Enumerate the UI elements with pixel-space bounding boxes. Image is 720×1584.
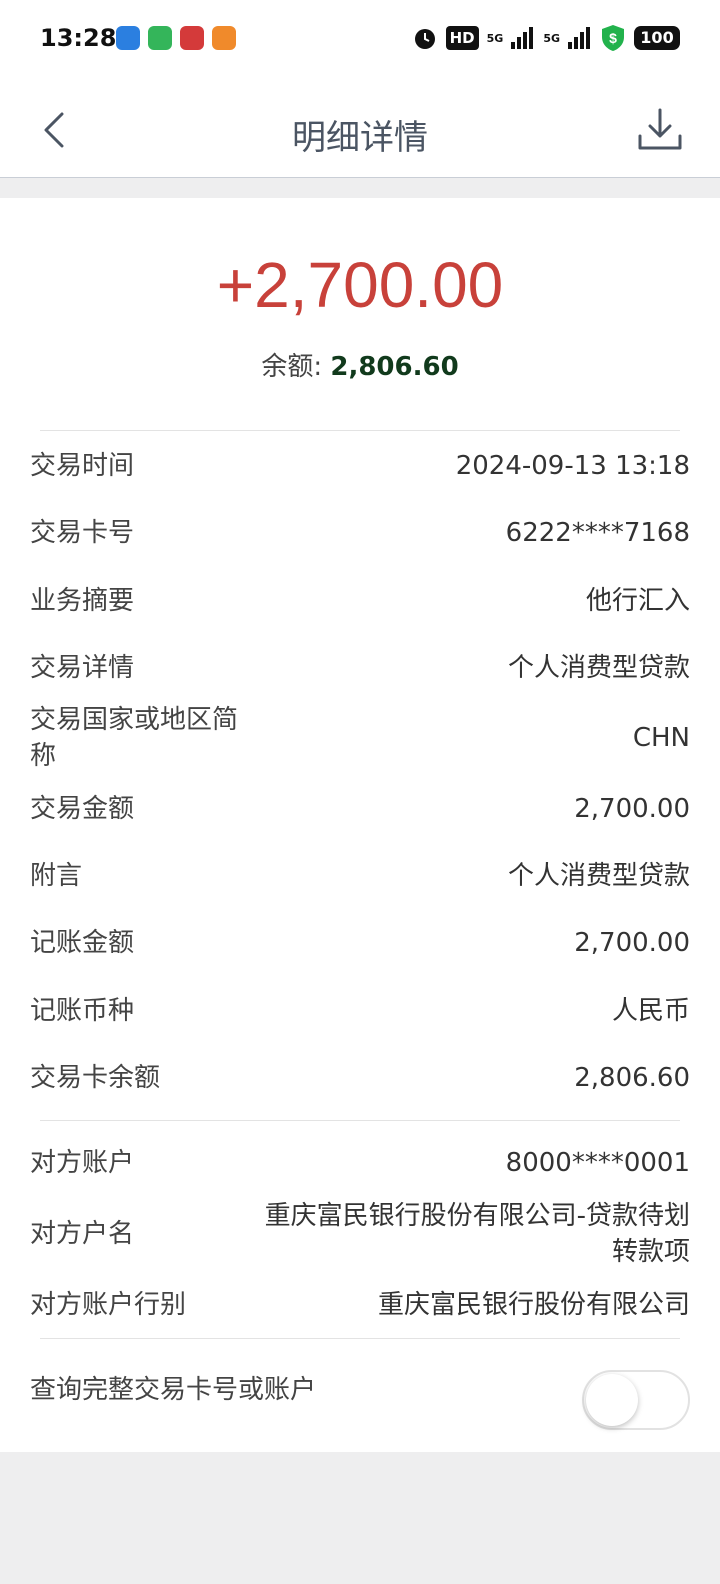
toggle-label: 查询完整交易卡号或账户 [30, 1375, 317, 1405]
detail-value: 重庆富民银行股份有限公司 [377, 1290, 690, 1320]
detail-row-counterparty-bank: 对方账户行别 重庆富民银行股份有限公司 [30, 1287, 690, 1323]
battery-indicator: 100 [634, 26, 680, 50]
detail-row-card-balance: 交易卡余额 2,806.60 [30, 1060, 690, 1096]
detail-row-trade-time: 交易时间 2024-09-13 13:18 [30, 448, 690, 484]
detail-row-trade-amount: 交易金额 2,700.00 [30, 791, 690, 827]
full-number-toggle-row: 查询完整交易卡号或账户 [30, 1372, 560, 1408]
detail-value: 个人消费型贷款 [507, 653, 690, 683]
detail-label: 附言 [30, 861, 83, 891]
detail-value: 6222****7168 [505, 518, 690, 548]
status-indicators: HD 5G 5G $ 100 [412, 24, 680, 52]
app-notification-icon [116, 26, 140, 50]
transaction-detail-card: +2,700.00 余额: 2,806.60 交易时间 2024-09-13 1… [0, 198, 720, 1452]
detail-row-country: 交易国家或地区简称 CHN [30, 702, 690, 774]
detail-value: 8000****0001 [505, 1148, 690, 1178]
detail-row-counterparty-name: 对方户名 重庆富民银行股份有限公司-贷款待划转款项 [30, 1198, 690, 1270]
message-notification-icon [148, 26, 172, 50]
detail-label: 对方账户行别 [30, 1290, 187, 1320]
detail-row-summary: 业务摘要 他行汇入 [30, 583, 690, 619]
detail-row-trade-detail: 交易详情 个人消费型贷款 [30, 650, 690, 686]
detail-row-counterparty-account: 对方账户 8000****0001 [30, 1145, 690, 1181]
signal-5g-a: 5G [486, 31, 504, 45]
transaction-amount: +2,700.00 [216, 249, 504, 321]
page-title: 明细详情 [292, 118, 428, 158]
detail-value: CHN [632, 723, 690, 753]
signal-bars-icon [511, 27, 534, 49]
detail-label: 对方户名 [30, 1219, 135, 1249]
detail-label: 交易国家或地区简称 [30, 705, 239, 771]
nav-bar: 明细详情 [0, 80, 720, 178]
svg-text:$: $ [609, 30, 617, 46]
detail-value: 2024-09-13 13:18 [455, 451, 690, 481]
detail-value: 2,806.60 [574, 1063, 690, 1093]
detail-row-book-amount: 记账金额 2,700.00 [30, 925, 690, 961]
detail-value: 重庆富民银行股份有限公司-贷款待划转款项 [264, 1201, 690, 1267]
detail-label: 业务摘要 [30, 586, 135, 616]
download-icon[interactable] [636, 106, 684, 154]
detail-value: 他行汇入 [585, 586, 690, 616]
detail-value: 2,700.00 [574, 794, 690, 824]
detail-label: 交易金额 [30, 794, 135, 824]
divider [40, 1120, 680, 1121]
divider [40, 430, 680, 431]
signal-5g-b: 5G [543, 31, 560, 45]
detail-value: 个人消费型贷款 [507, 861, 690, 891]
alarm-icon [414, 29, 435, 49]
status-time: 13:28 [40, 24, 117, 52]
detail-label: 交易卡号 [30, 518, 135, 548]
status-bar: 13:28 HD 5G 5G $ 100 [0, 0, 720, 80]
app-notification-icon [212, 26, 236, 50]
detail-row-card-no: 交易卡号 6222****7168 [30, 515, 690, 551]
detail-label: 对方账户 [30, 1148, 135, 1178]
hd-indicator: HD [445, 26, 479, 50]
notification-icons [116, 26, 236, 50]
security-shield-icon: $ [602, 25, 624, 51]
balance-label: 余额: [261, 352, 331, 382]
detail-label: 交易时间 [30, 451, 135, 481]
signal-bars-icon [568, 27, 590, 49]
detail-row-book-currency: 记账币种 人民币 [30, 993, 690, 1029]
divider [40, 1338, 680, 1339]
detail-label: 记账币种 [30, 996, 135, 1026]
balance-value: 2,806.60 [330, 352, 459, 382]
detail-row-remark: 附言 个人消费型贷款 [30, 858, 690, 894]
full-number-toggle[interactable] [582, 1370, 690, 1430]
detail-value: 2,700.00 [574, 928, 690, 958]
toggle-knob[interactable] [586, 1374, 638, 1426]
detail-label: 交易卡余额 [30, 1063, 161, 1093]
detail-label: 交易详情 [30, 653, 135, 683]
detail-value: 人民币 [611, 996, 690, 1026]
balance-line: 余额: 2,806.60 [0, 346, 720, 383]
detail-label: 记账金额 [30, 928, 135, 958]
app-notification-icon [180, 26, 204, 50]
